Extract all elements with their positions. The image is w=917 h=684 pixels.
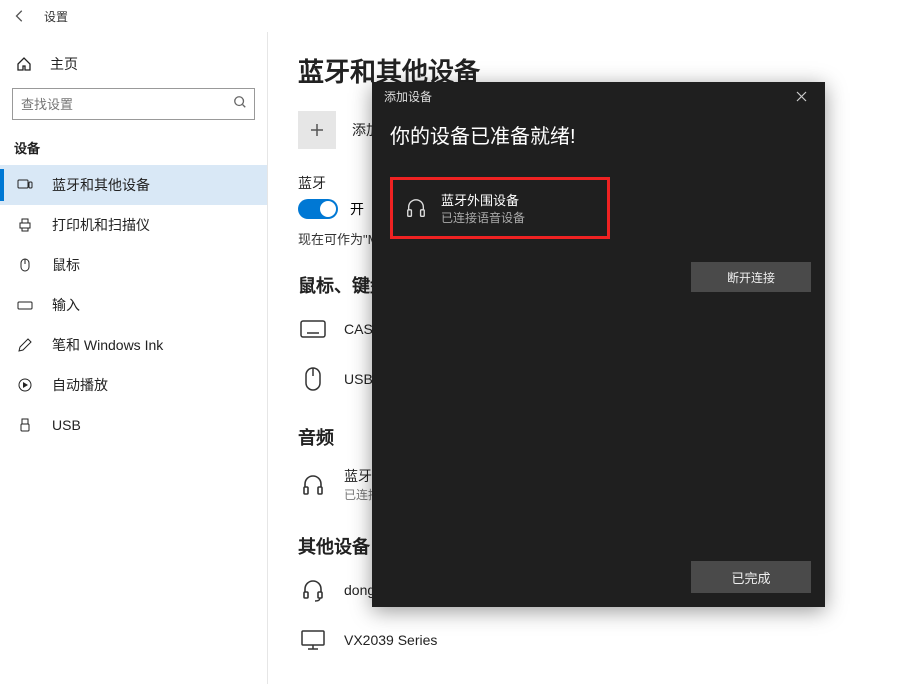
home-icon	[16, 56, 32, 72]
add-device-dialog: 添加设备 你的设备已准备就绪! 蓝牙外围设备 已连接语音设备 断开连接 已完成	[372, 82, 825, 607]
sidebar-home-label: 主页	[50, 54, 78, 74]
keyboard-icon	[298, 314, 328, 344]
search-input[interactable]	[12, 88, 255, 120]
found-device-status: 已连接语音设备	[441, 209, 525, 226]
device-name: VX2039 Series	[344, 632, 437, 648]
sidebar-item-label: 笔和 Windows Ink	[52, 335, 163, 355]
back-button[interactable]	[8, 4, 32, 28]
bluetooth-state: 开	[350, 199, 364, 219]
sidebar-item-usb[interactable]: USB	[0, 405, 267, 445]
search-icon	[233, 95, 247, 109]
sidebar-item-label: 鼠标	[52, 255, 80, 275]
found-device[interactable]: 蓝牙外围设备 已连接语音设备	[390, 177, 610, 239]
sidebar-item-autoplay[interactable]: 自动播放	[0, 365, 267, 405]
bluetooth-toggle[interactable]	[298, 199, 338, 219]
sidebar-item-label: 自动播放	[52, 375, 108, 395]
sidebar-home[interactable]: 主页	[0, 44, 267, 84]
sidebar-group-label: 设备	[0, 120, 267, 165]
sidebar-item-label: USB	[52, 417, 81, 433]
add-device-button[interactable]	[298, 111, 336, 149]
sidebar-item-typing[interactable]: 输入	[0, 285, 267, 325]
monitor-icon	[298, 625, 328, 655]
sidebar-item-printers[interactable]: 打印机和扫描仪	[0, 205, 267, 245]
device-row-monitor[interactable]: VX2039 Series	[298, 619, 887, 661]
dialog-close-button[interactable]	[789, 84, 813, 108]
printer-icon	[16, 217, 34, 233]
sidebar: 主页 设备 蓝牙和其他设备 打印机和扫描仪 鼠标 输入	[0, 32, 268, 684]
disconnect-button[interactable]: 断开连接	[691, 262, 811, 292]
pen-icon	[16, 337, 34, 353]
sidebar-item-label: 蓝牙和其他设备	[52, 175, 150, 195]
headphones-icon	[298, 470, 328, 500]
usb-icon	[16, 417, 34, 433]
sidebar-item-bluetooth[interactable]: 蓝牙和其他设备	[0, 165, 267, 205]
mouse-icon	[298, 364, 328, 394]
sidebar-item-pen[interactable]: 笔和 Windows Ink	[0, 325, 267, 365]
dialog-heading: 你的设备已准备就绪!	[390, 120, 807, 149]
keyboard-icon	[16, 297, 34, 313]
sidebar-item-mouse[interactable]: 鼠标	[0, 245, 267, 285]
headset-icon	[298, 575, 328, 605]
headphones-icon	[405, 197, 427, 219]
dialog-title: 添加设备	[384, 88, 432, 105]
found-device-name: 蓝牙外围设备	[441, 190, 525, 209]
mouse-icon	[16, 257, 34, 273]
done-button[interactable]: 已完成	[691, 561, 811, 593]
sidebar-item-label: 输入	[52, 295, 80, 315]
window-title: 设置	[44, 8, 68, 25]
devices-icon	[16, 177, 34, 193]
sidebar-item-label: 打印机和扫描仪	[52, 215, 150, 235]
autoplay-icon	[16, 377, 34, 393]
